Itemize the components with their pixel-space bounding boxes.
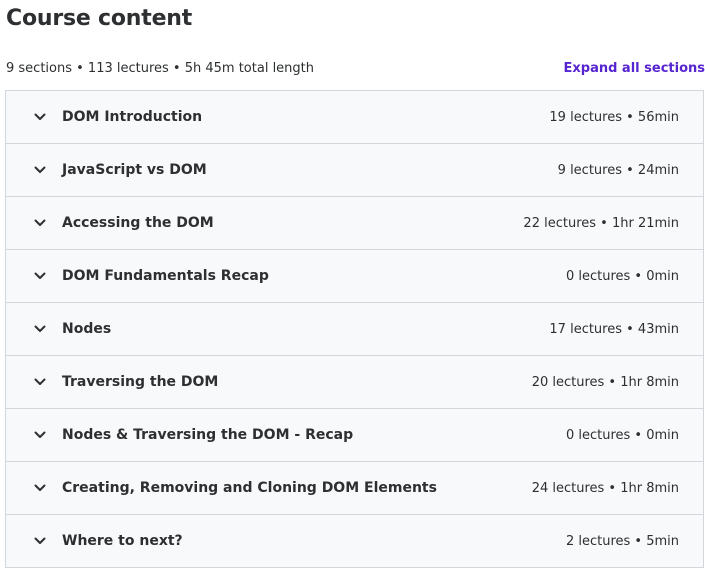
- section-meta: 17 lectures • 43min: [549, 321, 679, 337]
- chevron-down-icon: [33, 481, 47, 495]
- chevron-down-icon: [33, 375, 47, 389]
- section-item[interactable]: JavaScript vs DOM 9 lectures • 24min: [6, 144, 703, 197]
- section-item[interactable]: DOM Fundamentals Recap 0 lectures • 0min: [6, 250, 703, 303]
- chevron-down-icon: [33, 216, 47, 230]
- section-title: Nodes: [62, 321, 112, 337]
- section-meta: 19 lectures • 56min: [549, 109, 679, 125]
- section-item[interactable]: Traversing the DOM 20 lectures • 1hr 8mi…: [6, 356, 703, 409]
- section-meta: 2 lectures • 5min: [565, 533, 679, 549]
- expand-all-sections-button[interactable]: Expand all sections: [564, 60, 705, 78]
- section-meta: 20 lectures • 1hr 8min: [531, 374, 679, 390]
- section-list: DOM Introduction 19 lectures • 56min Jav…: [5, 90, 704, 568]
- section-title: Accessing the DOM: [62, 215, 214, 231]
- section-item[interactable]: Accessing the DOM 22 lectures • 1hr 21mi…: [6, 197, 703, 250]
- section-meta: 24 lectures • 1hr 8min: [531, 480, 679, 496]
- chevron-down-icon: [33, 322, 47, 336]
- chevron-down-icon: [33, 428, 47, 442]
- section-title: Where to next?: [62, 533, 183, 549]
- section-meta: 9 lectures • 24min: [557, 162, 679, 178]
- chevron-down-icon: [33, 269, 47, 283]
- chevron-down-icon: [33, 534, 47, 548]
- section-item[interactable]: DOM Introduction 19 lectures • 56min: [6, 91, 703, 144]
- course-summary: 9 sections • 113 lectures • 5h 45m total…: [6, 61, 315, 76]
- section-item[interactable]: Nodes & Traversing the DOM - Recap 0 lec…: [6, 409, 703, 462]
- chevron-down-icon: [33, 163, 47, 177]
- course-content-panel: Course content 9 sections • 113 lectures…: [0, 0, 705, 568]
- section-item[interactable]: Creating, Removing and Cloning DOM Eleme…: [6, 462, 703, 515]
- section-meta: 0 lectures • 0min: [565, 427, 679, 443]
- section-title: Nodes & Traversing the DOM - Recap: [62, 427, 354, 443]
- section-title: JavaScript vs DOM: [62, 162, 207, 178]
- section-title: Creating, Removing and Cloning DOM Eleme…: [62, 480, 437, 496]
- section-meta: 22 lectures • 1hr 21min: [523, 215, 679, 231]
- section-item[interactable]: Nodes 17 lectures • 43min: [6, 303, 703, 356]
- section-title: DOM Introduction: [62, 109, 203, 125]
- page-title: Course content: [6, 6, 193, 31]
- section-item[interactable]: Where to next? 2 lectures • 5min: [6, 515, 703, 567]
- section-title: DOM Fundamentals Recap: [62, 268, 269, 284]
- chevron-down-icon: [33, 110, 47, 124]
- section-meta: 0 lectures • 0min: [565, 268, 679, 284]
- section-title: Traversing the DOM: [62, 374, 219, 390]
